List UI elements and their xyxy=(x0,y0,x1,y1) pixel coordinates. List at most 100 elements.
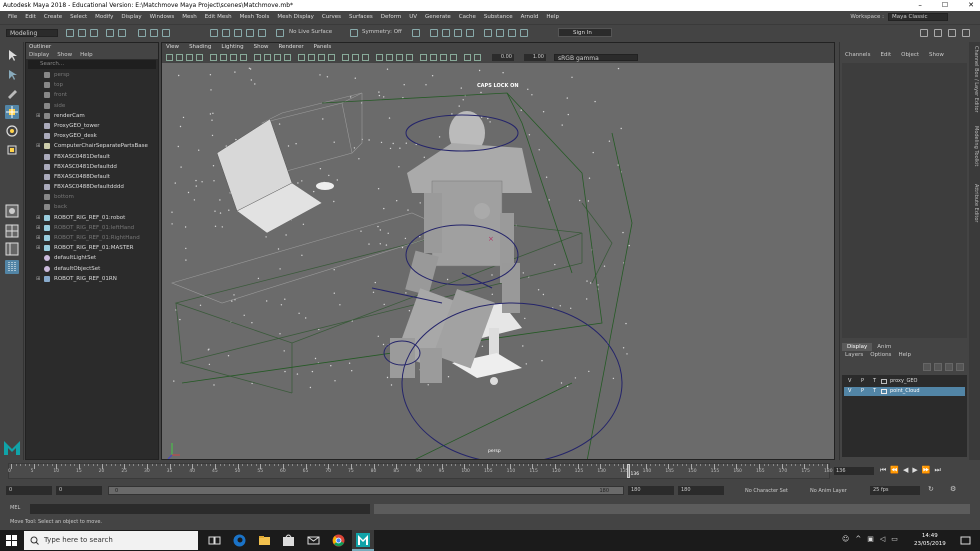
viewport-tool-icon[interactable] xyxy=(230,54,237,61)
side-tab-attribute-editor[interactable]: Attribute Editor xyxy=(970,184,979,222)
viewport-tool-icon[interactable] xyxy=(342,54,349,61)
outliner-item[interactable]: ⊞ ROBOT_RIG_REF_01:RightHand xyxy=(26,233,158,243)
animation-start-field[interactable]: 0 xyxy=(6,486,52,495)
range-bar[interactable]: 0 180 xyxy=(108,486,624,495)
cb-menu-show[interactable]: Show xyxy=(929,51,944,60)
viewport-tool-icon[interactable] xyxy=(362,54,369,61)
outliner-menu-help[interactable]: Help xyxy=(80,51,93,59)
expand-toggle-icon[interactable]: ⊞ xyxy=(36,213,41,223)
animation-end-field[interactable]: 180 xyxy=(678,486,724,495)
layer-type-toggle[interactable]: T xyxy=(873,387,876,396)
mail-icon[interactable] xyxy=(306,533,321,548)
channel-box-icon[interactable] xyxy=(962,29,970,37)
outliner-item[interactable]: ⊞ ROBOT_RIG_REF_01RN xyxy=(26,274,158,284)
viewport-tool-icon[interactable] xyxy=(430,54,437,61)
layer-color-swatch[interactable] xyxy=(881,389,887,394)
menu-edit[interactable]: Edit xyxy=(25,14,36,20)
people-icon[interactable]: ☺ xyxy=(842,535,849,543)
viewport-tool-icon[interactable] xyxy=(210,54,217,61)
color-space-dropdown[interactable]: sRGB gamma xyxy=(554,54,638,62)
menu-uv[interactable]: UV xyxy=(409,14,417,20)
minimize-button[interactable]: – xyxy=(918,0,922,11)
outliner-item[interactable]: side xyxy=(26,101,158,111)
cb-menu-object[interactable]: Object xyxy=(901,51,919,60)
gamma-field[interactable]: 1.00 xyxy=(524,54,546,61)
exposure-field[interactable]: 0.00 xyxy=(492,54,514,61)
show-hidden-icons-icon[interactable]: ^ xyxy=(855,535,861,543)
viewport-tool-icon[interactable] xyxy=(254,54,261,61)
layer-row-proxy-geo[interactable]: V P T proxy_GEO xyxy=(844,377,965,386)
move-layer-down-icon[interactable] xyxy=(934,363,942,371)
maximize-button[interactable]: ☐ xyxy=(942,0,948,11)
save-scene-icon[interactable] xyxy=(90,29,98,37)
menu-select[interactable]: Select xyxy=(70,14,87,20)
select-object-icon[interactable] xyxy=(150,29,158,37)
anim-prefs-icon[interactable]: ⚙ xyxy=(950,485,956,493)
vp-menu-show[interactable]: Show xyxy=(254,43,269,52)
layer-playback-toggle[interactable]: P xyxy=(861,387,864,396)
vp-menu-shading[interactable]: Shading xyxy=(189,43,211,52)
viewport-tool-icon[interactable] xyxy=(352,54,359,61)
outliner-item[interactable]: ⊞ ROBOT_RIG_REF_01:robot xyxy=(26,213,158,223)
scale-tool-icon[interactable] xyxy=(5,143,19,157)
outliner-item[interactable]: FBXASC0488Default xyxy=(26,172,158,182)
viewport-tool-icon[interactable] xyxy=(318,54,325,61)
edge-browser-icon[interactable] xyxy=(232,533,247,548)
go-to-start-button[interactable]: ⏮ xyxy=(880,466,886,475)
layer-visibility-toggle[interactable]: V xyxy=(848,387,851,396)
vp-menu-view[interactable]: View xyxy=(166,43,179,52)
arnold-render-icon[interactable] xyxy=(496,29,504,37)
fps-dropdown[interactable]: 25 fps xyxy=(870,486,920,495)
snap-curve-icon[interactable] xyxy=(222,29,230,37)
auto-key-icon[interactable]: ↻ xyxy=(928,485,934,493)
expand-toggle-icon[interactable]: ⊞ xyxy=(36,111,41,121)
render-view-icon[interactable] xyxy=(430,29,438,37)
layer-menu-help[interactable]: Help xyxy=(898,352,911,358)
viewport-tool-icon[interactable] xyxy=(464,54,471,61)
vp-menu-renderer[interactable]: Renderer xyxy=(278,43,303,52)
menu-edit-mesh[interactable]: Edit Mesh xyxy=(205,14,232,20)
live-surface-label[interactable]: No Live Surface xyxy=(289,29,332,35)
taskbar-clock[interactable]: 14:49 23/05/2019 xyxy=(914,532,946,548)
viewport-tool-icon[interactable] xyxy=(176,54,183,61)
file-explorer-icon[interactable] xyxy=(257,533,272,548)
menu-file[interactable]: File xyxy=(8,14,17,20)
tool-settings-icon[interactable] xyxy=(948,29,956,37)
maya-taskbar-button[interactable] xyxy=(352,530,374,551)
viewport-tool-icon[interactable] xyxy=(420,54,427,61)
menu-deform[interactable]: Deform xyxy=(381,14,401,20)
battery-icon[interactable]: ▭ xyxy=(891,535,898,543)
viewport-tool-icon[interactable] xyxy=(450,54,457,61)
menu-mesh[interactable]: Mesh xyxy=(182,14,196,20)
four-view-layout-icon[interactable] xyxy=(5,224,19,238)
render-settings-icon[interactable] xyxy=(466,29,474,37)
side-tab-channel-box[interactable]: Channel Box / Layer Editor xyxy=(970,46,979,113)
viewport-tool-icon[interactable] xyxy=(474,54,481,61)
symmetry-icon[interactable] xyxy=(350,29,358,37)
menu-curves[interactable]: Curves xyxy=(322,14,341,20)
time-slider-track[interactable]: 0 5 10 15 20 25 30 35 40 45 50 55 60 65 70 75 80 85 90 95 10… xyxy=(8,463,833,479)
volume-icon[interactable]: ◁ xyxy=(880,535,885,543)
new-scene-icon[interactable] xyxy=(66,29,74,37)
outliner-item[interactable]: FBXASC0481Defaultdd xyxy=(26,162,158,172)
symmetry-dropdown[interactable]: Symmetry: Off xyxy=(362,29,402,35)
live-surface-icon[interactable] xyxy=(276,29,284,37)
outliner-item[interactable]: ⊞ renderCam xyxy=(26,111,158,121)
outliner-item[interactable]: ProxyGEO_desk xyxy=(26,131,158,141)
expand-toggle-icon[interactable]: ⊞ xyxy=(36,243,41,253)
undo-icon[interactable] xyxy=(106,29,114,37)
script-language-toggle[interactable]: MEL xyxy=(10,505,20,511)
arnold-ipr-icon[interactable] xyxy=(508,29,516,37)
viewport-tool-icon[interactable] xyxy=(220,54,227,61)
character-set-dropdown[interactable]: No Character Set xyxy=(745,488,788,494)
current-time-marker[interactable] xyxy=(626,464,630,478)
move-layer-up-icon[interactable] xyxy=(923,363,931,371)
vp-menu-lighting[interactable]: Lighting xyxy=(221,43,243,52)
windows-start-icon[interactable] xyxy=(6,535,17,546)
outliner-item[interactable]: persp xyxy=(26,70,158,80)
menu-surfaces[interactable]: Surfaces xyxy=(349,14,373,20)
step-back-key-button[interactable]: ⏪ xyxy=(890,466,899,475)
viewport-tool-icon[interactable] xyxy=(308,54,315,61)
menu-substance[interactable]: Substance xyxy=(484,14,513,20)
sign-in-button[interactable]: Sign In xyxy=(558,28,612,37)
